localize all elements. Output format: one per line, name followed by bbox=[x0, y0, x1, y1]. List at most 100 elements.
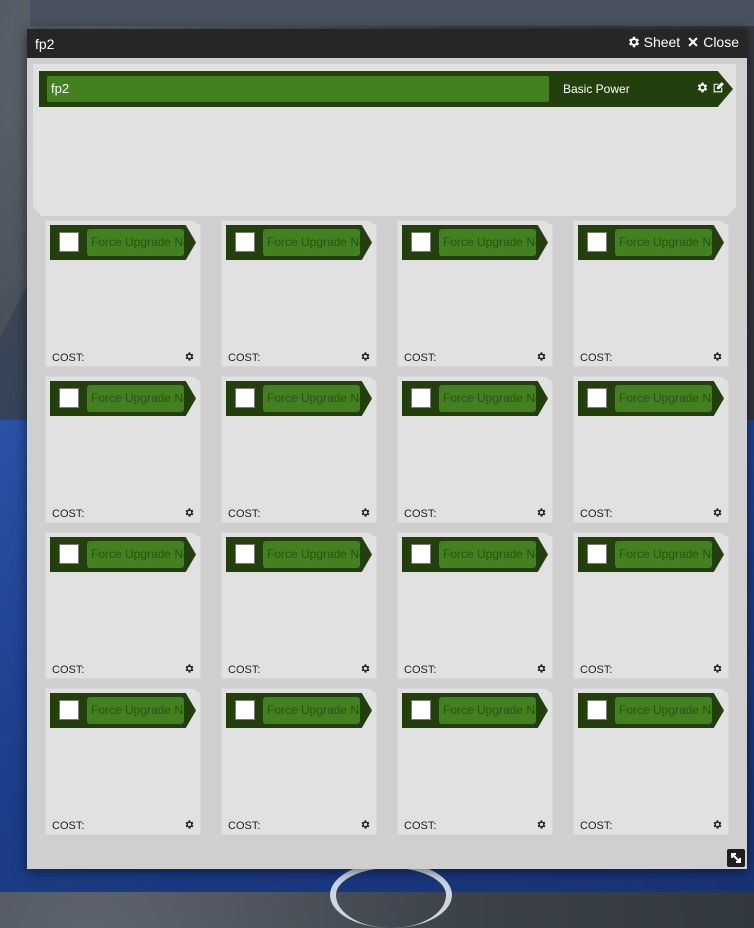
force-upgrade-card: Force Upgrade Name COST: bbox=[45, 220, 201, 367]
title-actions: Sheet Close bbox=[627, 34, 739, 50]
window-title: fp2 bbox=[35, 35, 55, 52]
background-top bbox=[30, 0, 754, 26]
upgrade-checkbox[interactable] bbox=[411, 232, 431, 252]
gear-icon[interactable] bbox=[712, 507, 723, 518]
upgrade-header: Force Upgrade Name bbox=[578, 537, 724, 572]
cost-label: COST: bbox=[52, 820, 85, 832]
upgrade-name-input[interactable]: Force Upgrade Name bbox=[87, 697, 184, 724]
cost-label: COST: bbox=[228, 508, 261, 520]
upgrade-checkbox[interactable] bbox=[235, 388, 255, 408]
upgrade-header: Force Upgrade Name bbox=[50, 225, 196, 260]
gear-icon[interactable] bbox=[360, 819, 371, 830]
upgrade-name-input[interactable]: Force Upgrade Name bbox=[87, 385, 184, 412]
gear-icon[interactable] bbox=[184, 351, 195, 362]
upgrade-name-input[interactable]: Force Upgrade Name bbox=[439, 697, 536, 724]
window-titlebar[interactable]: fp2 Sheet Close bbox=[27, 29, 747, 58]
upgrade-name-input[interactable]: Force Upgrade Name bbox=[439, 541, 536, 568]
gear-icon[interactable] bbox=[712, 819, 723, 830]
gear-icon[interactable] bbox=[696, 81, 709, 94]
force-upgrade-card: Force Upgrade Name COST: bbox=[45, 376, 201, 523]
power-name-field[interactable]: fp2 bbox=[47, 76, 549, 102]
upgrade-name-input[interactable]: Force Upgrade Name bbox=[615, 541, 712, 568]
upgrade-checkbox[interactable] bbox=[59, 544, 79, 564]
background-emblem bbox=[330, 862, 452, 928]
force-upgrade-card: Force Upgrade Name COST: bbox=[397, 376, 553, 523]
force-upgrade-card: Force Upgrade Name COST: bbox=[221, 220, 377, 367]
upgrade-checkbox[interactable] bbox=[411, 700, 431, 720]
upgrade-header: Force Upgrade Name bbox=[402, 225, 548, 260]
force-upgrade-card: Force Upgrade Name COST: bbox=[45, 532, 201, 679]
force-upgrade-card: Force Upgrade Name COST: bbox=[397, 532, 553, 679]
gear-icon[interactable] bbox=[360, 507, 371, 518]
power-header: fp2 Basic Power bbox=[39, 71, 733, 107]
force-upgrade-card: Force Upgrade Name COST: bbox=[397, 688, 553, 835]
upgrade-header: Force Upgrade Name bbox=[226, 693, 372, 728]
cost-label: COST: bbox=[404, 820, 437, 832]
upgrade-name-input[interactable]: Force Upgrade Name bbox=[439, 229, 536, 256]
upgrade-name-input[interactable]: Force Upgrade Name bbox=[615, 229, 712, 256]
gear-icon[interactable] bbox=[184, 507, 195, 518]
upgrade-header: Force Upgrade Name bbox=[50, 381, 196, 416]
sheet-content: fp2 Basic Power Force Upgrade Name COST: F… bbox=[33, 64, 737, 835]
force-upgrade-card: Force Upgrade Name COST: bbox=[573, 220, 729, 367]
cost-label: COST: bbox=[228, 820, 261, 832]
gear-icon[interactable] bbox=[712, 351, 723, 362]
cost-label: COST: bbox=[580, 664, 613, 676]
gear-icon[interactable] bbox=[712, 663, 723, 674]
upgrade-checkbox[interactable] bbox=[235, 700, 255, 720]
force-upgrade-card: Force Upgrade Name COST: bbox=[573, 376, 729, 523]
cost-label: COST: bbox=[52, 508, 85, 520]
cost-label: COST: bbox=[52, 352, 85, 364]
upgrade-checkbox[interactable] bbox=[411, 544, 431, 564]
upgrade-checkbox[interactable] bbox=[59, 700, 79, 720]
upgrade-name-input[interactable]: Force Upgrade Name bbox=[87, 541, 184, 568]
upgrade-checkbox[interactable] bbox=[235, 232, 255, 252]
gear-icon[interactable] bbox=[184, 819, 195, 830]
upgrade-header: Force Upgrade Name bbox=[226, 537, 372, 572]
upgrade-checkbox[interactable] bbox=[59, 388, 79, 408]
resize-icon bbox=[731, 853, 741, 863]
force-upgrade-card: Force Upgrade Name COST: bbox=[45, 688, 201, 835]
upgrade-name-input[interactable]: Force Upgrade Name bbox=[439, 385, 536, 412]
upgrade-checkbox[interactable] bbox=[587, 544, 607, 564]
upgrade-checkbox[interactable] bbox=[235, 544, 255, 564]
upgrade-checkbox[interactable] bbox=[587, 700, 607, 720]
gear-icon[interactable] bbox=[360, 351, 371, 362]
upgrade-name-input[interactable]: Force Upgrade Name bbox=[263, 229, 360, 256]
upgrade-checkbox[interactable] bbox=[587, 388, 607, 408]
resize-handle[interactable] bbox=[727, 849, 745, 867]
upgrade-checkbox[interactable] bbox=[411, 388, 431, 408]
upgrade-name-input[interactable]: Force Upgrade Name bbox=[87, 229, 184, 256]
force-upgrade-card: Force Upgrade Name COST: bbox=[573, 532, 729, 679]
gear-icon[interactable] bbox=[536, 819, 547, 830]
upgrade-checkbox[interactable] bbox=[59, 232, 79, 252]
cost-label: COST: bbox=[580, 352, 613, 364]
upgrade-name-input[interactable]: Force Upgrade Name bbox=[263, 385, 360, 412]
edit-icon[interactable] bbox=[712, 81, 725, 94]
force-upgrade-card: Force Upgrade Name COST: bbox=[397, 220, 553, 367]
sheet-button[interactable]: Sheet bbox=[627, 34, 680, 50]
gear-icon[interactable] bbox=[536, 351, 547, 362]
cost-label: COST: bbox=[404, 352, 437, 364]
close-button[interactable]: Close bbox=[686, 34, 739, 50]
upgrade-header: Force Upgrade Name bbox=[50, 537, 196, 572]
cost-label: COST: bbox=[580, 820, 613, 832]
upgrade-header: Force Upgrade Name bbox=[578, 693, 724, 728]
gear-icon[interactable] bbox=[536, 663, 547, 674]
gear-icon bbox=[628, 36, 639, 48]
cost-label: COST: bbox=[228, 352, 261, 364]
upgrade-header: Force Upgrade Name bbox=[402, 537, 548, 572]
upgrade-name-input[interactable]: Force Upgrade Name bbox=[263, 697, 360, 724]
upgrade-name-input[interactable]: Force Upgrade Name bbox=[263, 541, 360, 568]
cost-label: COST: bbox=[404, 508, 437, 520]
gear-icon[interactable] bbox=[184, 663, 195, 674]
upgrade-name-input[interactable]: Force Upgrade Name bbox=[615, 697, 712, 724]
gear-icon[interactable] bbox=[360, 663, 371, 674]
upgrade-checkbox[interactable] bbox=[587, 232, 607, 252]
gear-icon[interactable] bbox=[536, 507, 547, 518]
character-sheet-window: fp2 Sheet Close fp2 Basic Power Force Up… bbox=[27, 29, 747, 869]
upgrade-name-input[interactable]: Force Upgrade Name bbox=[615, 385, 712, 412]
upgrade-header: Force Upgrade Name bbox=[578, 381, 724, 416]
force-upgrade-card: Force Upgrade Name COST: bbox=[573, 688, 729, 835]
upgrade-header: Force Upgrade Name bbox=[402, 381, 548, 416]
